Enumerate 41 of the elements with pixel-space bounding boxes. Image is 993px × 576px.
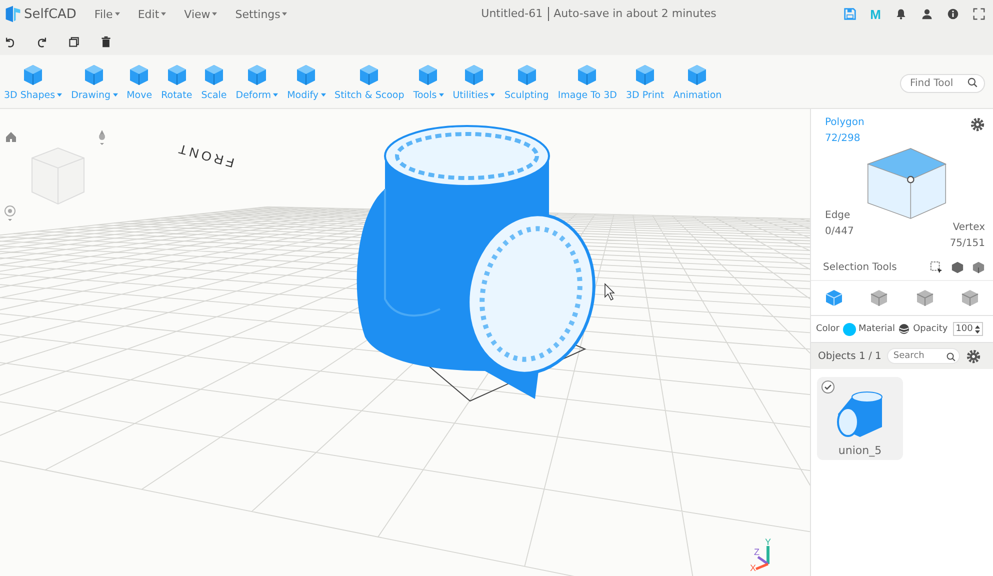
axis-label: Z — [754, 547, 760, 557]
object-card[interactable]: union_5 — [817, 377, 903, 460]
edge-label: Edge — [825, 210, 852, 221]
toolbar-button[interactable]: Move — [122, 62, 156, 100]
vertex-label: Vertex — [952, 222, 985, 233]
toolbar-button[interactable]: Scale — [197, 62, 231, 100]
object-search-field[interactable]: Search — [887, 348, 960, 364]
m-badge[interactable]: M — [870, 6, 881, 22]
object-name: union_5 — [838, 443, 882, 459]
axis-label: Y — [765, 537, 772, 547]
opacity-spinner[interactable]: 100 — [952, 322, 983, 336]
color-label: Color — [816, 324, 840, 334]
axis-label: X — [750, 563, 756, 573]
menu-item[interactable]: Edit — [132, 6, 172, 22]
polygon-label: Polygon — [825, 117, 864, 128]
toolbar-button[interactable]: Sculpting — [500, 62, 553, 100]
polygon-count: 72/298 — [825, 133, 862, 144]
toolbar-button[interactable]: Animation — [669, 62, 726, 100]
toolbar-button[interactable]: 3D Shapes — [0, 62, 66, 100]
vertex-count: 75/151 — [950, 238, 985, 249]
toolbar-button[interactable]: Drawing — [67, 62, 122, 100]
selection-tools-label: Selection Tools — [823, 262, 897, 273]
toolbar-button[interactable]: Tools — [409, 62, 448, 100]
toolbar-button[interactable]: Deform — [232, 62, 282, 100]
toolbar-button[interactable]: Rotate — [157, 62, 196, 100]
find-tool-field[interactable]: Find Tool — [900, 74, 985, 92]
toolbar-button[interactable]: Stitch & Scoop — [330, 62, 408, 100]
menu-item[interactable]: View — [178, 6, 224, 22]
material-label: Material — [858, 324, 896, 334]
toolbar-button[interactable]: 3D Print — [622, 62, 668, 100]
app-name: SelfCAD — [24, 6, 76, 22]
opacity-label: Opacity — [913, 324, 948, 334]
autosave-status: Auto-save in about 2 minutes — [554, 7, 716, 21]
menu-item[interactable]: File — [88, 6, 126, 22]
objects-count: Objects 1 / 1 — [818, 350, 882, 362]
edge-count: 0/447 — [825, 226, 855, 237]
toolbar-button[interactable]: Image To 3D — [554, 62, 621, 100]
toolbar-button[interactable]: Utilities — [448, 62, 500, 100]
document-title: Untitled-61 — [481, 7, 543, 21]
toolbar-button[interactable]: Modify — [283, 62, 330, 100]
menu-item[interactable]: Settings — [229, 6, 294, 22]
